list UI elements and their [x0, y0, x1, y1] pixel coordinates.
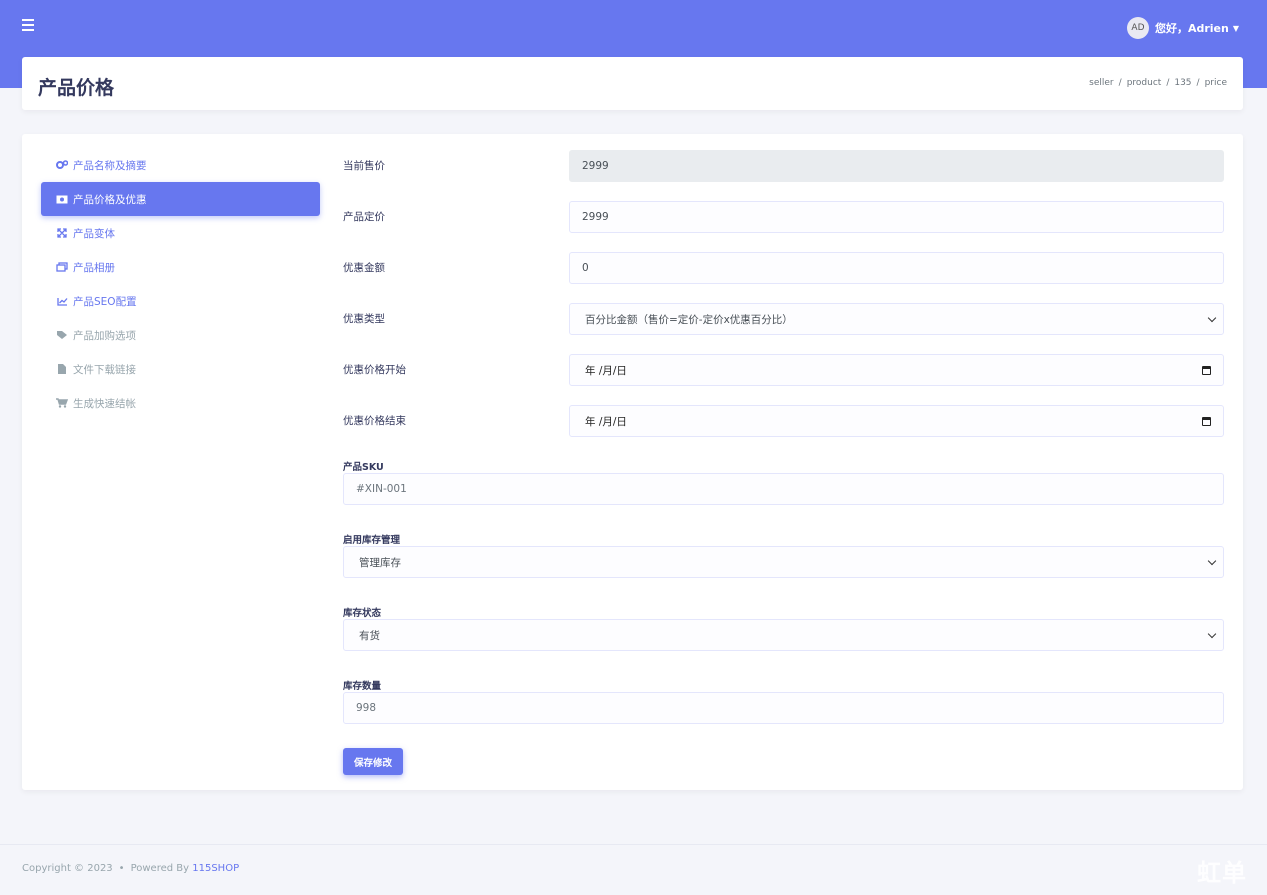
discount-start-label: 优惠价格开始 — [343, 364, 406, 376]
menu-toggle-icon[interactable] — [22, 19, 36, 33]
discount-amount-field[interactable]: 0 — [569, 252, 1224, 284]
avatar: AD — [1126, 17, 1149, 39]
brand-link[interactable]: 115SHOP — [192, 863, 239, 874]
breadcrumb-item[interactable]: seller — [1089, 78, 1113, 88]
stock-mgmt-select[interactable]: 管理库存 — [343, 546, 1224, 578]
breadcrumb-item[interactable]: product — [1127, 78, 1162, 88]
discount-type-label: 优惠类型 — [343, 313, 385, 325]
discount-amount-label: 优惠金额 — [343, 262, 385, 274]
chevron-down-icon — [1207, 313, 1217, 323]
user-greeting: 您好， — [1154, 22, 1188, 35]
stock-status-group: 库存状态 有货 — [343, 605, 1224, 651]
stock-qty-group: 库存数量 998 — [343, 678, 1224, 724]
cogs-icon — [56, 160, 68, 170]
user-name: Adrien — [1187, 21, 1229, 35]
sidebar-item-label: 产品价格及优惠 — [73, 193, 147, 206]
section-header: 产品价格 seller / product / 135 / price — [22, 57, 1243, 110]
sidebar-item-variants[interactable]: 产品变体 — [41, 216, 320, 250]
stock-qty-field[interactable]: 998 — [343, 692, 1224, 724]
sidebar-item-label: 产品名称及摘要 — [73, 159, 147, 172]
discount-start-date-field[interactable]: 年 /月/日 — [569, 354, 1224, 386]
sidebar-item-label: 产品SEO配置 — [73, 295, 137, 308]
discount-amount-row: 优惠金额 0 — [343, 252, 1224, 284]
list-price-field[interactable]: 2999 — [569, 201, 1224, 233]
caret-down-icon: ▼ — [1232, 23, 1239, 33]
sidebar-item-addon-options[interactable]: 产品加购选项 — [41, 318, 320, 352]
file-icon — [56, 364, 68, 374]
user-menu[interactable]: AD 您好， Adrien ▼ — [1126, 16, 1239, 40]
sidebar-item-label: 生成快速结帐 — [73, 397, 136, 410]
product-sidebar: 产品名称及摘要 产品价格及优惠 产品变体 产品相册 产品SEO配置 产品加购选项… — [41, 148, 320, 420]
watermark-logo: 虹单 — [1197, 859, 1247, 887]
date-placeholder: 年 /月/日 — [585, 364, 627, 377]
sku-group: 产品SKU #XIN-001 — [343, 459, 1224, 505]
stock-mgmt-label: 启用库存管理 — [343, 535, 401, 546]
sidebar-item-label: 产品变体 — [73, 227, 115, 240]
chevron-down-icon — [1207, 629, 1217, 639]
current-price-field: 2999 — [569, 150, 1224, 182]
sku-field[interactable]: #XIN-001 — [343, 473, 1224, 505]
breadcrumb: seller / product / 135 / price — [1089, 78, 1227, 88]
sidebar-item-file-downloads[interactable]: 文件下载链接 — [41, 352, 320, 386]
discount-type-row: 优惠类型 百分比金额（售价=定价-定价x优惠百分比） — [343, 303, 1224, 335]
discount-type-value: 百分比金额（售价=定价-定价x优惠百分比） — [585, 313, 793, 326]
chart-line-icon — [56, 296, 68, 306]
sidebar-item-quick-checkout[interactable]: 生成快速结帐 — [41, 386, 320, 420]
calendar-icon[interactable] — [1202, 366, 1211, 375]
sidebar-item-gallery[interactable]: 产品相册 — [41, 250, 320, 284]
chevron-down-icon — [1207, 556, 1217, 566]
sku-label: 产品SKU — [343, 462, 384, 473]
expand-icon — [56, 228, 68, 238]
sidebar-item-label: 文件下载链接 — [73, 363, 136, 376]
footer-copyright: Copyright © 2023 • Powered By 115SHOP — [22, 863, 240, 874]
money-icon — [56, 194, 68, 204]
discount-start-row: 优惠价格开始 年 /月/日 — [343, 354, 1224, 386]
date-placeholder: 年 /月/日 — [585, 415, 627, 428]
current-price-label: 当前售价 — [343, 160, 385, 172]
list-price-row: 产品定价 2999 — [343, 201, 1224, 233]
discount-type-select[interactable]: 百分比金额（售价=定价-定价x优惠百分比） — [569, 303, 1224, 335]
sidebar-item-price-discount[interactable]: 产品价格及优惠 — [41, 182, 320, 216]
discount-end-date-field[interactable]: 年 /月/日 — [569, 405, 1224, 437]
sidebar-item-label: 产品相册 — [73, 261, 115, 274]
discount-end-row: 优惠价格结束 年 /月/日 — [343, 405, 1224, 437]
images-icon — [56, 262, 68, 272]
stock-mgmt-group: 启用库存管理 管理库存 — [343, 532, 1224, 578]
current-price-row: 当前售价 2999 — [343, 150, 1224, 182]
sidebar-item-name-summary[interactable]: 产品名称及摘要 — [41, 148, 320, 182]
page-title: 产品价格 — [38, 77, 115, 99]
sidebar-item-seo[interactable]: 产品SEO配置 — [41, 284, 320, 318]
footer: Copyright © 2023 • Powered By 115SHOP 虹单 — [0, 844, 1267, 895]
stock-mgmt-value: 管理库存 — [359, 556, 401, 569]
stock-status-select[interactable]: 有货 — [343, 619, 1224, 651]
breadcrumb-item[interactable]: 135 — [1174, 78, 1191, 88]
calendar-icon[interactable] — [1202, 417, 1211, 426]
stock-status-label: 库存状态 — [343, 608, 382, 619]
main-card: 产品名称及摘要 产品价格及优惠 产品变体 产品相册 产品SEO配置 产品加购选项… — [22, 134, 1243, 790]
sidebar-item-label: 产品加购选项 — [73, 329, 136, 342]
discount-end-label: 优惠价格结束 — [343, 415, 406, 427]
list-price-label: 产品定价 — [343, 211, 385, 223]
stock-status-value: 有货 — [359, 629, 380, 642]
save-button[interactable]: 保存修改 — [343, 748, 403, 775]
stock-qty-label: 库存数量 — [343, 681, 382, 692]
cart-icon — [56, 398, 68, 408]
breadcrumb-item: price — [1204, 78, 1227, 88]
tags-icon — [56, 330, 68, 340]
